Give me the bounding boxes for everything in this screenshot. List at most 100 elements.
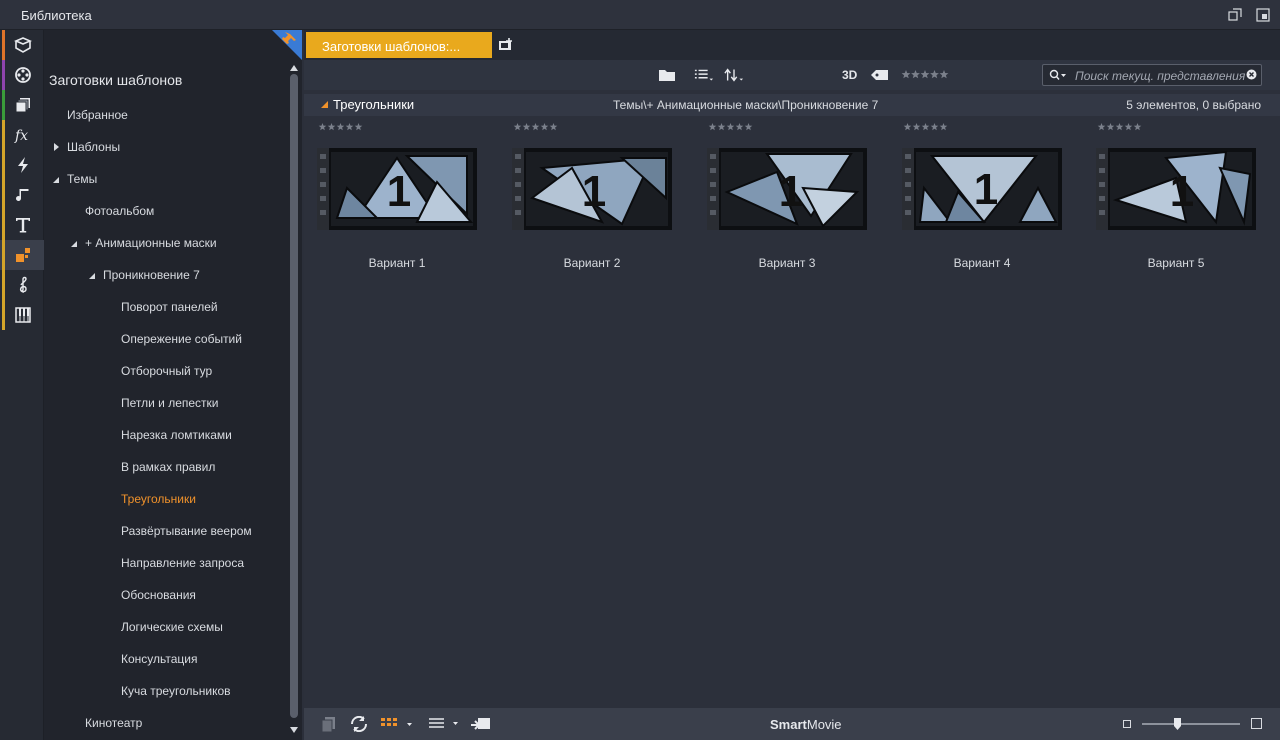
tree-node-item[interactable]: Логические схемы <box>121 620 223 634</box>
rail-item-video[interactable] <box>0 60 44 90</box>
tree-node-item[interactable]: Куча треугольников <box>121 684 231 698</box>
library-main-panel: Заготовки шаблонов:... 3D Поиск текущ. п… <box>304 30 1280 740</box>
list-options-icon[interactable] <box>428 716 460 732</box>
scroll-down-arrow-icon[interactable] <box>290 726 298 734</box>
template-item-label: Вариант 4 <box>953 256 1011 270</box>
detach-window-icon[interactable] <box>1256 8 1270 22</box>
collection-icon <box>15 98 30 113</box>
tree-node-item[interactable]: Направление запроса <box>121 556 244 570</box>
template-item[interactable]: 1 Вариант 5 <box>1084 122 1259 282</box>
tree-node-templates[interactable]: Шаблоны <box>67 140 120 154</box>
grid-view-icon[interactable] <box>380 716 412 732</box>
folder-icon[interactable] <box>658 68 678 82</box>
rail-item-transitions[interactable] <box>0 150 44 180</box>
collapse-arrow-icon[interactable] <box>70 240 78 248</box>
box-icon <box>14 37 32 53</box>
tree-node-selected[interactable]: Треугольники <box>121 492 196 506</box>
tag-icon[interactable] <box>870 68 890 82</box>
thumbnail-number: 1 <box>779 167 803 216</box>
thumbnail-number: 1 <box>387 167 411 216</box>
title-bar: Библиотека <box>0 0 1280 30</box>
search-field[interactable]: Поиск текущ. представления <box>1042 64 1262 86</box>
rail-item-titles[interactable] <box>0 210 44 240</box>
template-item[interactable]: 1 Вариант 1 <box>305 122 480 282</box>
pin-corner-icon[interactable] <box>272 30 302 60</box>
category-color-bar <box>2 240 5 270</box>
rail-item-sounds[interactable] <box>0 300 44 330</box>
zoom-slider-thumb[interactable] <box>1174 718 1181 730</box>
category-color-bar <box>2 270 5 300</box>
rating-stars-icon[interactable] <box>903 122 949 132</box>
zoom-in-icon[interactable] <box>1251 718 1262 729</box>
collapse-arrow-icon[interactable] <box>52 176 60 184</box>
category-color-bar <box>2 150 5 180</box>
tree-node-penetration-7[interactable]: Проникновение 7 <box>103 268 200 282</box>
rail-item-effects[interactable]: fx <box>0 120 44 150</box>
tree-heading: Заготовки шаблонов <box>49 72 183 88</box>
treble-clef-icon <box>19 276 27 293</box>
template-thumbnail-image: 1 <box>512 148 672 230</box>
group-title: Треугольники <box>333 97 415 112</box>
restore-window-icon[interactable] <box>1228 8 1242 22</box>
collapse-group-icon[interactable] <box>321 101 328 108</box>
tree-node-cinema[interactable]: Кинотеатр <box>85 716 142 730</box>
lightning-icon <box>18 157 28 173</box>
sync-icon[interactable] <box>348 716 370 732</box>
category-rail: fx <box>0 30 44 740</box>
category-color-bar <box>2 210 5 240</box>
category-color-bar <box>2 30 5 60</box>
piano-icon <box>15 307 31 323</box>
send-to-timeline-icon[interactable] <box>470 716 492 732</box>
tree-node-item[interactable]: Обоснования <box>121 588 196 602</box>
tree-node-item[interactable]: Поворот панелей <box>121 300 218 314</box>
template-item-label: Вариант 3 <box>758 256 816 270</box>
zoom-slider-track[interactable] <box>1142 723 1240 725</box>
rail-item-collections[interactable] <box>0 90 44 120</box>
smartmovie-button[interactable]: SmartMovie <box>770 717 842 732</box>
copy-icon[interactable] <box>318 716 340 732</box>
bottom-bar: SmartMovie <box>304 708 1280 740</box>
tree-node-item[interactable]: Развёртывание веером <box>121 524 252 538</box>
tree-node-favorites[interactable]: Избранное <box>67 108 128 122</box>
template-item[interactable]: 1 Вариант 2 <box>500 122 675 282</box>
tree-scrollbar-thumb[interactable] <box>290 74 298 718</box>
rating-stars-icon[interactable] <box>1097 122 1143 132</box>
rail-item-scorefitter[interactable] <box>0 270 44 300</box>
scroll-up-arrow-icon[interactable] <box>290 64 298 72</box>
3d-filter-button[interactable]: 3D <box>842 68 857 82</box>
tree-node-item[interactable]: Опережение событий <box>121 332 242 346</box>
rating-stars-icon[interactable] <box>513 122 559 132</box>
window-title: Библиотека <box>21 8 92 23</box>
list-view-icon[interactable] <box>694 68 714 82</box>
tree-node-item[interactable]: В рамках правил <box>121 460 215 474</box>
tree-node-themes[interactable]: Темы <box>67 172 97 186</box>
tree-node-item[interactable]: Нарезка ломтиками <box>121 428 232 442</box>
tab-templates[interactable]: Заготовки шаблонов:... <box>306 32 492 58</box>
thumbnail-number: 1 <box>974 165 998 214</box>
rail-item-projects[interactable] <box>0 30 44 60</box>
zoom-out-icon[interactable] <box>1123 720 1131 728</box>
clear-search-icon[interactable] <box>1246 69 1257 80</box>
template-thumbnail-image: 1 <box>707 148 867 230</box>
rail-item-templates[interactable] <box>0 240 44 270</box>
rail-item-music[interactable] <box>0 180 44 210</box>
new-tab-icon[interactable] <box>498 38 514 52</box>
template-item[interactable]: 1 Вариант 3 <box>695 122 870 282</box>
collapse-arrow-icon[interactable] <box>88 272 96 280</box>
rating-stars-icon[interactable] <box>318 122 364 132</box>
template-item[interactable]: 1 Вариант 4 <box>890 122 1065 282</box>
tree-node-item[interactable]: Петли и лепестки <box>121 396 219 410</box>
item-count: 5 элементов, 0 выбрано <box>1126 98 1261 112</box>
music-note-icon <box>16 189 29 201</box>
browser-toolbar: 3D Поиск текущ. представления <box>304 60 1280 90</box>
rating-stars-icon[interactable] <box>708 122 754 132</box>
template-item-label: Вариант 5 <box>1147 256 1205 270</box>
tree-node-photo-album[interactable]: Фотоальбом <box>85 204 154 218</box>
tree-node-animated-masks[interactable]: + Анимационные маски <box>85 236 217 250</box>
expand-arrow-icon[interactable] <box>52 143 60 151</box>
tree-node-item[interactable]: Отборочный тур <box>121 364 212 378</box>
search-icon <box>1049 69 1066 80</box>
sort-icon[interactable] <box>724 68 744 82</box>
tree-node-item[interactable]: Консультация <box>121 652 197 666</box>
rating-filter-stars-icon[interactable] <box>901 68 951 82</box>
